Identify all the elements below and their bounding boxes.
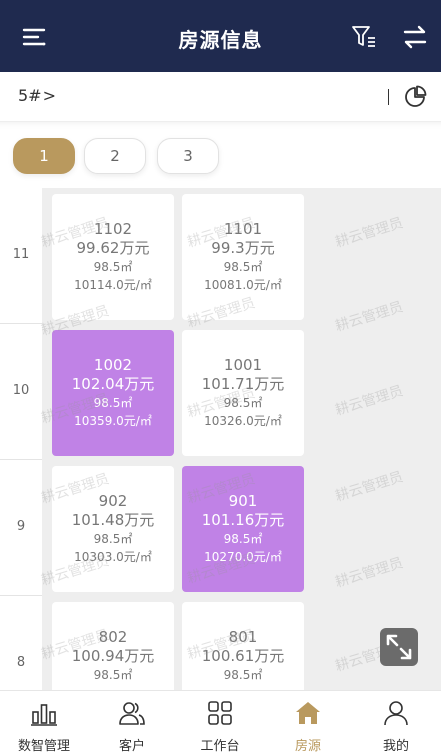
building-label: 5#: [18, 86, 42, 105]
divider: [388, 89, 389, 105]
tab-customers[interactable]: 客户: [88, 691, 176, 756]
room-number: 1002: [93, 356, 133, 374]
room-number: 801: [228, 628, 258, 646]
room-price: 101.16万元: [201, 511, 285, 529]
divider: [0, 459, 42, 460]
room-price: 99.62万元: [76, 239, 150, 257]
room-card-sold[interactable]: 1002 102.04万元 98.5㎡ 10359.0元/㎡: [52, 330, 174, 456]
room-card[interactable]: 1102 99.62万元 98.5㎡ 10114.0元/㎡: [52, 194, 174, 320]
watermark: 耕云管理员: [333, 215, 406, 251]
divider: [0, 595, 42, 596]
room-number: 902: [98, 492, 128, 510]
room-unit-price: 10359.0元/㎡: [74, 414, 152, 428]
room-card-sold[interactable]: 901 101.16万元 98.5㎡ 10270.0元/㎡: [182, 466, 304, 592]
room-unit-price: 10326.0元/㎡: [204, 414, 282, 428]
floor-column: 11 10 9 8: [0, 188, 42, 690]
room-area: 98.5㎡: [93, 668, 133, 682]
unit-tab-3[interactable]: 3: [157, 138, 219, 174]
expand-button[interactable]: [380, 628, 418, 666]
tab-workbench[interactable]: 工作台: [176, 691, 264, 756]
room-area: 98.5㎡: [223, 260, 263, 274]
bottom-tabbar: 数智管理 客户 工作台 房源 我的: [0, 690, 441, 756]
room-card[interactable]: 902 101.48万元 98.5㎡ 10303.0元/㎡: [52, 466, 174, 592]
room-card[interactable]: 802 100.94万元 98.5㎡: [52, 602, 174, 690]
tab-data-management[interactable]: 数智管理: [0, 691, 88, 756]
home-icon: [294, 699, 322, 727]
room-price: 101.71万元: [201, 375, 285, 393]
room-area: 98.5㎡: [93, 396, 133, 410]
tab-label: 工作台: [200, 739, 240, 754]
room-number: 1102: [93, 220, 133, 238]
room-price: 100.61万元: [201, 647, 285, 665]
room-grid: 11 10 9 8 1102 99.62万元 98.5㎡ 10114.0元/㎡ …: [0, 188, 441, 690]
floor-label: 11: [12, 247, 30, 262]
room-area: 98.5㎡: [223, 396, 263, 410]
bar-chart-icon: [30, 699, 58, 727]
room-price: 100.94万元: [71, 647, 155, 665]
room-area: 98.5㎡: [223, 668, 263, 682]
chevron-right-icon: >: [42, 86, 56, 105]
watermark: 耕云管理员: [333, 555, 406, 591]
swap-icon[interactable]: [402, 24, 428, 50]
room-number: 1101: [223, 220, 263, 238]
room-number: 1001: [223, 356, 263, 374]
building-bar: 5#>: [0, 72, 441, 122]
watermark: 耕云管理员: [333, 469, 406, 505]
room-number: 901: [228, 492, 258, 510]
room-price: 102.04万元: [71, 375, 155, 393]
app-header: 房源信息: [0, 0, 441, 72]
filter-icon[interactable]: [351, 24, 377, 50]
tab-label: 房源: [294, 739, 321, 754]
building-selector[interactable]: 5#>: [18, 86, 56, 105]
unit-tabs: 1 2 3: [0, 122, 441, 188]
room-price: 99.3万元: [211, 239, 275, 257]
pie-chart-icon[interactable]: [403, 85, 427, 109]
users-icon: [118, 699, 146, 727]
user-icon: [382, 699, 410, 727]
unit-tab-2[interactable]: 2: [84, 138, 146, 174]
room-unit-price: 10270.0元/㎡: [204, 550, 282, 564]
expand-icon: [386, 634, 412, 660]
room-card[interactable]: 1101 99.3万元 98.5㎡ 10081.0元/㎡: [182, 194, 304, 320]
floor-label: 9: [16, 519, 26, 534]
room-unit-price: 10303.0元/㎡: [74, 550, 152, 564]
tab-profile[interactable]: 我的: [352, 691, 440, 756]
watermark: 耕云管理员: [333, 299, 406, 335]
room-area: 98.5㎡: [93, 260, 133, 274]
room-unit-price: 10081.0元/㎡: [204, 278, 282, 292]
divider: [0, 323, 42, 324]
room-area: 98.5㎡: [93, 532, 133, 546]
watermark: 耕云管理员: [333, 383, 406, 419]
room-unit-price: 10114.0元/㎡: [74, 278, 152, 292]
room-card[interactable]: 801 100.61万元 98.5㎡: [182, 602, 304, 690]
tab-listings[interactable]: 房源: [264, 691, 352, 756]
room-number: 802: [98, 628, 128, 646]
room-price: 101.48万元: [71, 511, 155, 529]
unit-tab-1[interactable]: 1: [13, 138, 75, 174]
floor-label: 8: [16, 655, 26, 670]
tab-label: 客户: [118, 739, 145, 754]
floor-label: 10: [12, 383, 30, 398]
grid-icon: [206, 699, 234, 727]
tab-label: 我的: [382, 739, 409, 754]
room-card[interactable]: 1001 101.71万元 98.5㎡ 10326.0元/㎡: [182, 330, 304, 456]
tab-label: 数智管理: [17, 739, 70, 754]
room-area: 98.5㎡: [223, 532, 263, 546]
